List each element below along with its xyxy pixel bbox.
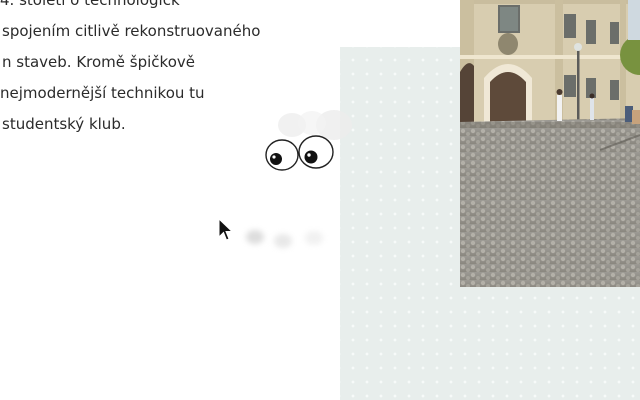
mouse-pointer-icon — [218, 218, 234, 241]
googly-eyes-icon — [265, 110, 352, 171]
article-text: 4. století o technologick spojením citli… — [0, 0, 280, 140]
article-line: spojením citlivě rekonstruovaného — [2, 22, 261, 40]
article-line: nejmodernější technikou tu — [0, 84, 205, 102]
article-line: n staveb. Kromě špičkově — [2, 53, 195, 71]
article-line: 4. století o technologick — [0, 0, 180, 9]
motion-blur-trail — [246, 230, 323, 248]
building-courtyard-photo — [460, 0, 640, 287]
article-line: studentský klub. — [2, 115, 126, 133]
